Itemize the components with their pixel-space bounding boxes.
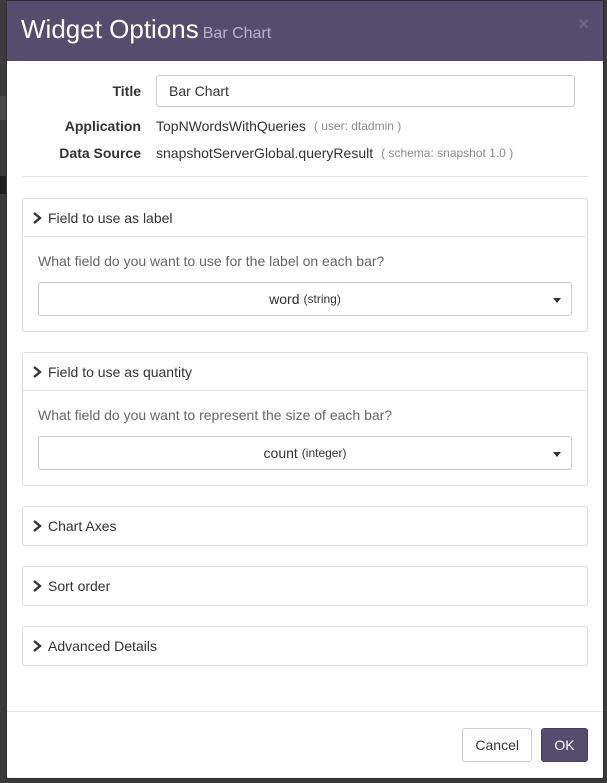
- chevron-right-icon: [33, 580, 42, 592]
- widget-info: Title Application TopNWordsWithQueries (…: [22, 61, 588, 177]
- panel-sort-order: Sort order: [22, 566, 588, 606]
- panel-quantity-field-header[interactable]: Field to use as quantity: [23, 353, 587, 391]
- label-field-select-value: word: [269, 291, 300, 307]
- chevron-right-icon: [33, 640, 42, 652]
- close-icon[interactable]: ×: [578, 15, 589, 33]
- panel-quantity-field-body: What field do you want to represent the …: [23, 391, 587, 485]
- cancel-button[interactable]: Cancel: [462, 728, 532, 762]
- label-field-select[interactable]: word (string): [38, 282, 572, 316]
- datasource-value: snapshotServerGlobal.queryResult: [156, 145, 374, 161]
- label-field-select-type: (string): [303, 292, 341, 306]
- datasource-label: Data Source: [59, 145, 141, 161]
- application-label: Application: [64, 118, 141, 134]
- modal-title: Widget Options Bar Chart: [21, 13, 271, 50]
- panel-quantity-field: Field to use as quantity What field do y…: [22, 352, 588, 486]
- chevron-right-icon: [33, 520, 42, 532]
- application-user-note: ( user: dtadmin ): [313, 119, 402, 133]
- panel-label-field-body: What field do you want to use for the la…: [23, 237, 587, 331]
- panel-sort-order-title: Sort order: [48, 578, 111, 594]
- modal-body: Title Application TopNWordsWithQueries (…: [7, 61, 603, 666]
- modal-subtitle: Bar Chart: [202, 25, 272, 42]
- title-input[interactable]: [156, 75, 575, 107]
- chevron-right-icon: [33, 211, 42, 224]
- panel-advanced-details: Advanced Details: [22, 626, 588, 666]
- panel-chart-axes-header[interactable]: Chart Axes: [23, 507, 587, 545]
- panel-advanced-details-title: Advanced Details: [48, 638, 157, 654]
- modal-title-text: Widget Options: [21, 14, 199, 44]
- caret-down-icon: [553, 452, 561, 457]
- datasource-row: Data Source snapshotServerGlobal.queryRe…: [22, 144, 588, 162]
- panel-chart-axes: Chart Axes: [22, 506, 588, 546]
- panel-chart-axes-title: Chart Axes: [48, 518, 117, 534]
- quantity-field-select[interactable]: count (integer): [38, 436, 572, 470]
- title-row: Title: [22, 75, 588, 107]
- panel-label-field-title: Field to use as label: [48, 209, 173, 226]
- title-label: Title: [112, 83, 141, 99]
- panel-sort-order-header[interactable]: Sort order: [23, 567, 587, 605]
- modal-footer: Cancel OK: [7, 711, 603, 778]
- panel-quantity-field-title: Field to use as quantity: [48, 363, 192, 380]
- modal-header: Widget Options Bar Chart ×: [7, 1, 603, 61]
- quantity-field-select-type: (integer): [301, 446, 347, 460]
- label-field-question: What field do you want to use for the la…: [38, 253, 385, 269]
- widget-options-modal: Widget OptionsBar Chart × Title Applicat…: [6, 0, 604, 779]
- chevron-right-icon: [33, 365, 42, 378]
- panel-label-field: Field to use as label What field do you …: [22, 198, 588, 332]
- panel-advanced-details-header[interactable]: Advanced Details: [23, 627, 587, 665]
- ok-button[interactable]: OK: [541, 728, 588, 762]
- quantity-field-select-value: count: [263, 445, 298, 461]
- application-value: TopNWordsWithQueries: [156, 118, 306, 134]
- caret-down-icon: [553, 298, 561, 303]
- application-row: Application TopNWordsWithQueries ( user:…: [22, 117, 588, 135]
- panel-label-field-header[interactable]: Field to use as label: [23, 199, 587, 237]
- datasource-schema-note: ( schema: snapshot 1.0 ): [381, 146, 514, 160]
- quantity-field-question: What field do you want to represent the …: [38, 407, 393, 423]
